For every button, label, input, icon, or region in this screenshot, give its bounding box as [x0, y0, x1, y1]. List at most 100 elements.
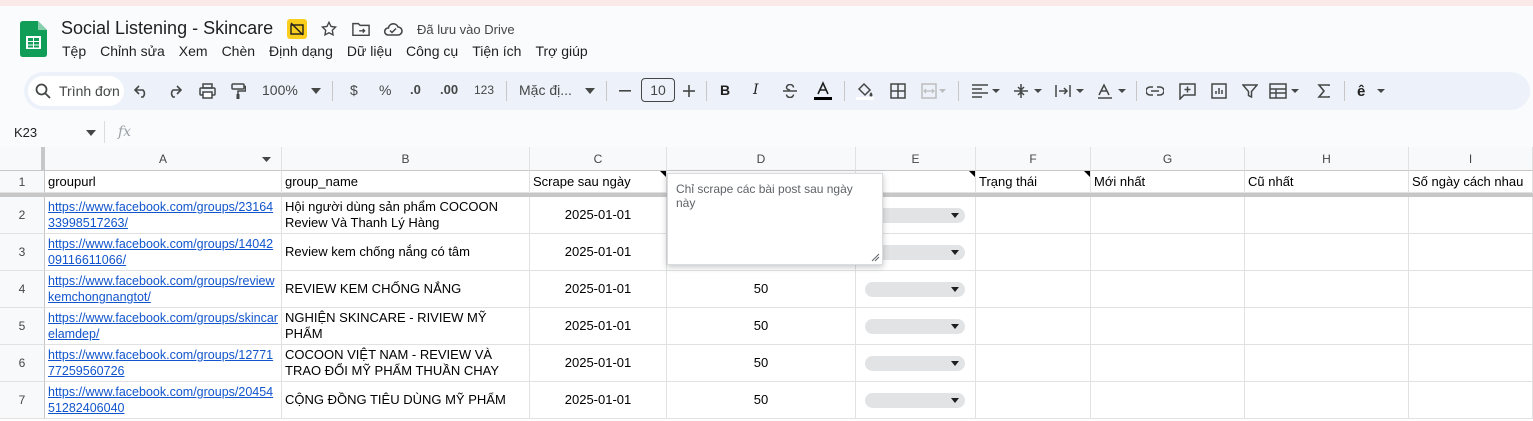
filter-views-icon[interactable] [1268, 77, 1302, 105]
filter-icon[interactable] [1240, 77, 1260, 105]
insert-link-icon[interactable] [1144, 77, 1166, 105]
vertical-align-icon[interactable] [1012, 77, 1044, 105]
empty-cell[interactable] [1409, 382, 1533, 419]
menu-data[interactable]: Dữ liệu [347, 43, 392, 59]
header-cell-group-name[interactable]: group_name [282, 171, 530, 193]
empty-cell[interactable] [1409, 234, 1533, 271]
empty-cell[interactable] [1409, 271, 1533, 308]
menu-insert[interactable]: Chèn [222, 43, 255, 59]
scrape-date-cell[interactable]: 2025-01-01 [530, 345, 667, 382]
percent-format-button[interactable]: % [379, 82, 391, 98]
merge-cells-icon[interactable] [920, 77, 948, 105]
menu-format[interactable]: Định dạng [269, 43, 333, 59]
font-size-input[interactable]: 10 [641, 78, 675, 102]
empty-cell[interactable] [1245, 197, 1409, 234]
name-box[interactable]: K23 [14, 125, 37, 140]
horizontal-align-icon[interactable] [970, 77, 1002, 105]
empty-cell[interactable] [1091, 382, 1245, 419]
url-cell[interactable]: https://www.facebook.com/groups/skincare… [45, 308, 282, 345]
value-cell[interactable]: 50 [667, 271, 856, 308]
dropdown-chip[interactable] [865, 282, 965, 297]
dropdown-cell[interactable] [856, 382, 976, 419]
insert-comment-icon[interactable] [1176, 77, 1198, 105]
url-cell[interactable]: https://www.facebook.com/groups/reviewke… [45, 271, 282, 308]
header-cell-scrape-date[interactable]: Scrape sau ngày [530, 171, 667, 193]
group-url-link[interactable]: https://www.facebook.com/groups/skincare… [48, 310, 278, 342]
star-icon[interactable] [319, 19, 339, 39]
column-header-b[interactable]: B [282, 147, 530, 171]
text-color-icon[interactable] [812, 77, 834, 105]
scrape-date-cell[interactable]: 2025-01-01 [530, 308, 667, 345]
group-name-cell[interactable]: Hội người dùng sản phẩm COCOON Review Và… [282, 197, 530, 234]
print-icon[interactable] [196, 77, 218, 105]
group-name-cell[interactable]: CỘNG ĐỒNG TIÊU DÙNG MỸ PHẨM [282, 382, 530, 419]
currency-format-button[interactable]: $ [350, 82, 358, 98]
empty-cell[interactable] [976, 382, 1091, 419]
input-tools-icon[interactable]: ê [1354, 77, 1388, 105]
empty-cell[interactable] [976, 345, 1091, 382]
group-name-cell[interactable]: NGHIỆN SKINCARE - RIVIEW MỸ PHẨM [282, 308, 530, 345]
empty-cell[interactable] [976, 234, 1091, 271]
row-header[interactable]: 2 [0, 197, 45, 234]
increase-decimal-button[interactable]: .00 [440, 82, 458, 97]
column-header-e[interactable]: E [856, 147, 976, 171]
menu-help[interactable]: Trợ giúp [535, 43, 587, 59]
text-rotation-icon[interactable] [1096, 77, 1128, 105]
group-url-link[interactable]: https://www.facebook.com/groups/20454512… [48, 384, 278, 416]
text-wrapping-icon[interactable] [1054, 77, 1086, 105]
paint-format-icon[interactable] [228, 77, 248, 105]
sheets-logo-icon[interactable] [20, 21, 47, 57]
column-header-h[interactable]: H [1245, 147, 1409, 171]
decrease-decimal-button[interactable]: .0 [410, 82, 421, 97]
dropdown-chip[interactable] [865, 319, 965, 334]
scrape-date-cell[interactable]: 2025-01-01 [530, 382, 667, 419]
empty-cell[interactable] [1091, 345, 1245, 382]
row-header[interactable]: 3 [0, 234, 45, 271]
column-header-g[interactable]: G [1091, 147, 1245, 171]
row-header[interactable]: 4 [0, 271, 45, 308]
no-offline-icon[interactable] [287, 19, 307, 39]
empty-cell[interactable] [1409, 345, 1533, 382]
group-name-cell[interactable]: COCOON VIỆT NAM - REVIEW VÀ TRAO ĐỔI MỸ … [282, 345, 530, 382]
empty-cell[interactable] [1409, 308, 1533, 345]
header-cell-days-apart[interactable]: Số ngày cách nhau [1409, 171, 1533, 193]
zoom-chevron-down-icon[interactable] [310, 77, 322, 105]
url-cell[interactable]: https://www.facebook.com/groups/14042091… [45, 234, 282, 271]
cell-note-popup[interactable]: Chỉ scrape các bài post sau ngày này [667, 173, 883, 265]
dropdown-chip[interactable] [865, 393, 965, 408]
scrape-date-cell[interactable]: 2025-01-01 [530, 197, 667, 234]
empty-cell[interactable] [976, 271, 1091, 308]
column-header-d[interactable]: D [667, 147, 856, 171]
increase-font-size-icon[interactable] [682, 77, 696, 105]
empty-cell[interactable] [976, 197, 1091, 234]
empty-cell[interactable] [1245, 345, 1409, 382]
functions-sigma-icon[interactable] [1314, 77, 1334, 105]
column-chevron-down-icon[interactable] [262, 157, 271, 162]
number-format-button[interactable]: 123 [474, 83, 494, 97]
header-cell-oldest[interactable]: Cũ nhất [1245, 171, 1409, 193]
select-all-corner[interactable] [0, 147, 45, 171]
empty-cell[interactable] [1409, 197, 1533, 234]
header-cell-groupurl[interactable]: groupurl [45, 171, 282, 193]
insert-chart-icon[interactable] [1208, 77, 1230, 105]
redo-icon[interactable] [164, 77, 184, 105]
empty-cell[interactable] [1091, 271, 1245, 308]
menu-view[interactable]: Xem [179, 43, 208, 59]
column-header-a[interactable]: A [45, 147, 282, 171]
font-select[interactable]: Mặc đị... [519, 82, 572, 98]
column-header-c[interactable]: C [530, 147, 667, 171]
empty-cell[interactable] [1245, 271, 1409, 308]
value-cell[interactable]: 50 [667, 382, 856, 419]
bold-button[interactable]: B [720, 82, 730, 98]
scrape-date-cell[interactable]: 2025-01-01 [530, 271, 667, 308]
group-name-cell[interactable]: Review kem chống nắng có tâm [282, 234, 530, 271]
undo-icon[interactable] [132, 77, 152, 105]
dropdown-cell[interactable] [856, 308, 976, 345]
value-cell[interactable]: 50 [667, 308, 856, 345]
document-title[interactable]: Social Listening - Skincare [61, 18, 273, 39]
dropdown-cell[interactable] [856, 345, 976, 382]
url-cell[interactable]: https://www.facebook.com/groups/20454512… [45, 382, 282, 419]
group-url-link[interactable]: https://www.facebook.com/groups/23164339… [48, 199, 278, 231]
row-header[interactable]: 7 [0, 382, 45, 419]
header-cell-status[interactable]: Trạng thái [976, 171, 1091, 193]
